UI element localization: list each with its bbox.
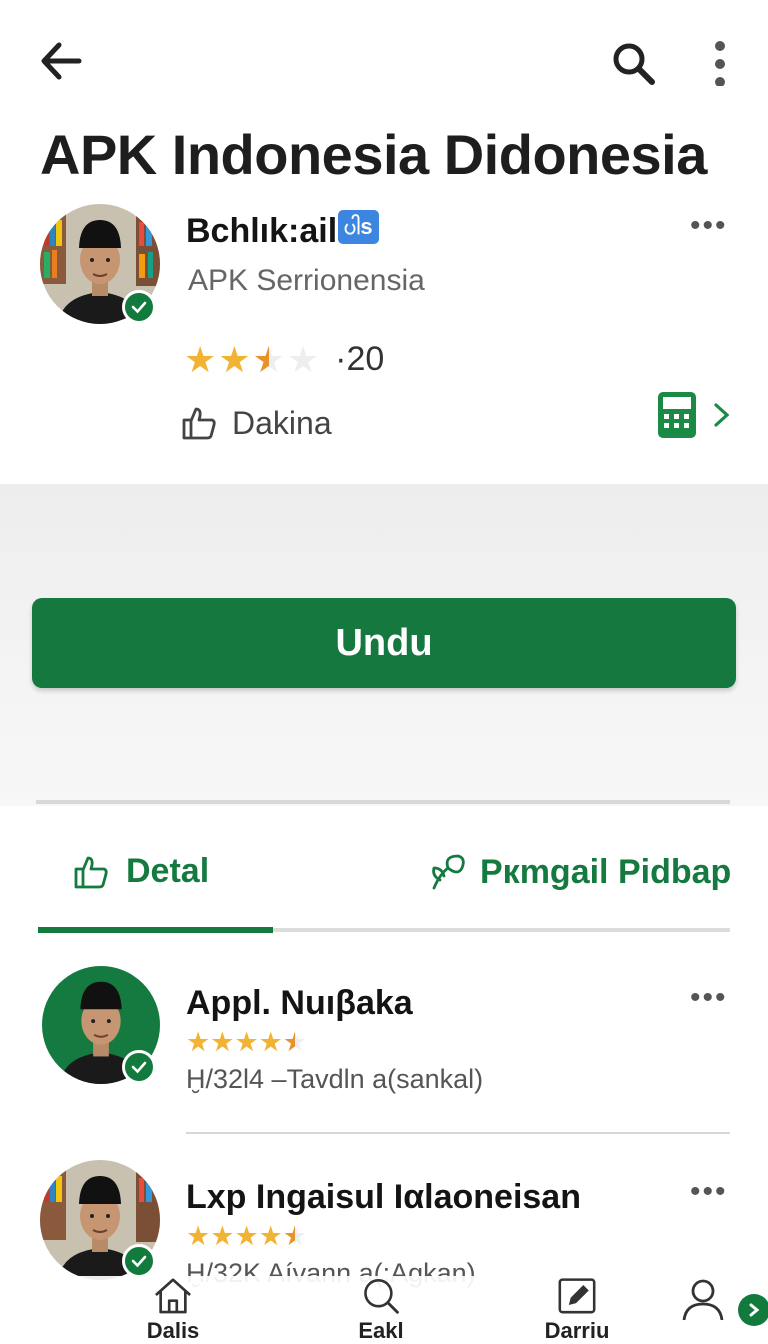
developer-subtitle: APK Serrionensia (188, 264, 425, 297)
list-item-rating: ★ ★ ★ ★ ★ (186, 1028, 307, 1056)
star-half-icon: ★ (252, 338, 285, 380)
list-item[interactable]: Appl. Nuıβaka ••• ★ ★ ★ ★ ★ Ḫ/32l4 –Tavd… (0, 966, 768, 1156)
top-app-bar (0, 0, 768, 120)
list-item-title: Lxp Ingaisul Iαlaoneisan (186, 1178, 581, 1216)
verified-icon (122, 1050, 156, 1084)
tab-review[interactable]: Pкmgail Pidbap (430, 852, 731, 892)
nav-search-label: Eakl (358, 1318, 404, 1343)
star-full-icon: ★ (218, 338, 251, 380)
list-item-more-icon[interactable]: ••• (690, 1177, 728, 1207)
rating-count: ·20 (335, 340, 385, 378)
star-empty-icon: ★ (286, 338, 320, 380)
star-half-icon: ★ (282, 1221, 308, 1251)
nav-home[interactable]: Dalis (118, 1276, 228, 1344)
developer-more-icon[interactable]: ••• (690, 211, 728, 241)
star-full-icon: ★ (234, 1027, 259, 1057)
search-button[interactable] (606, 36, 660, 90)
tab-detail[interactable]: Detal (72, 852, 209, 891)
sprout-icon (432, 854, 465, 890)
star-full-icon: ★ (234, 1221, 259, 1251)
nav-next-button[interactable] (738, 1294, 768, 1326)
star-full-icon: ★ (258, 1027, 283, 1057)
search-icon (364, 1279, 399, 1314)
nav-edit-label: Darriu (544, 1318, 610, 1343)
overflow-menu-button[interactable] (700, 36, 740, 90)
star-full-icon: ★ (184, 338, 217, 380)
verified-icon (122, 290, 156, 324)
edit-icon (558, 1278, 596, 1314)
download-button[interactable]: Undu (32, 598, 736, 688)
star-full-icon: ★ (186, 1027, 211, 1057)
nav-search[interactable]: Eakl (326, 1276, 436, 1344)
tab-bar: Detal Pкmgail Pidbap (0, 820, 768, 936)
search-icon (613, 43, 655, 85)
star-full-icon: ★ (210, 1027, 235, 1057)
developer-badge: ပါs (338, 210, 379, 244)
home-icon (155, 1278, 191, 1314)
developer-rating: ★ ★ ★ ★ ·20 (184, 340, 384, 379)
verified-icon (122, 1244, 156, 1278)
page-title: APK Indonesia Didonesia (40, 123, 707, 186)
divider (186, 1132, 730, 1134)
list-item-rating: ★ ★ ★ ★ ★ (186, 1222, 307, 1250)
star-full-icon: ★ (258, 1221, 283, 1251)
developer-name[interactable]: Bchlık:ail (186, 212, 337, 251)
more-vertical-icon (715, 41, 725, 86)
like-icon (74, 856, 108, 888)
tab-review-label: Pкmgail Pidbap (480, 852, 732, 891)
chevron-right-icon (714, 403, 730, 427)
like-icon (182, 407, 216, 440)
star-half-icon: ★ (282, 1027, 308, 1057)
nav-home-label: Dalis (146, 1318, 200, 1343)
back-arrow-icon (41, 42, 82, 80)
star-full-icon: ★ (210, 1221, 235, 1251)
calculator-icon (658, 392, 696, 438)
like-button[interactable]: Dakina (180, 404, 332, 442)
like-label: Dakina (232, 404, 332, 441)
profile-icon (682, 1279, 724, 1321)
chevron-right-icon (749, 1303, 760, 1317)
bottom-nav: Dalis Eakl Darriu (0, 1276, 768, 1344)
nav-edit[interactable]: Darriu (522, 1276, 632, 1344)
tab-detail-label: Detal (126, 852, 210, 890)
back-button[interactable] (36, 36, 86, 86)
list-item-title: Appl. Nuıβaka (186, 984, 413, 1022)
tab-active-indicator (38, 927, 273, 933)
list-item-more-icon[interactable]: ••• (690, 983, 728, 1013)
calculator-link[interactable] (656, 390, 740, 440)
divider (36, 800, 730, 804)
developer-card: Bchlık:ail ပါs ••• APK Serrionensia ★ ★ … (0, 196, 768, 482)
star-full-icon: ★ (186, 1221, 211, 1251)
list-item-meta: Ḫ/32l4 –Tavdln a(sankal) (186, 1064, 484, 1094)
